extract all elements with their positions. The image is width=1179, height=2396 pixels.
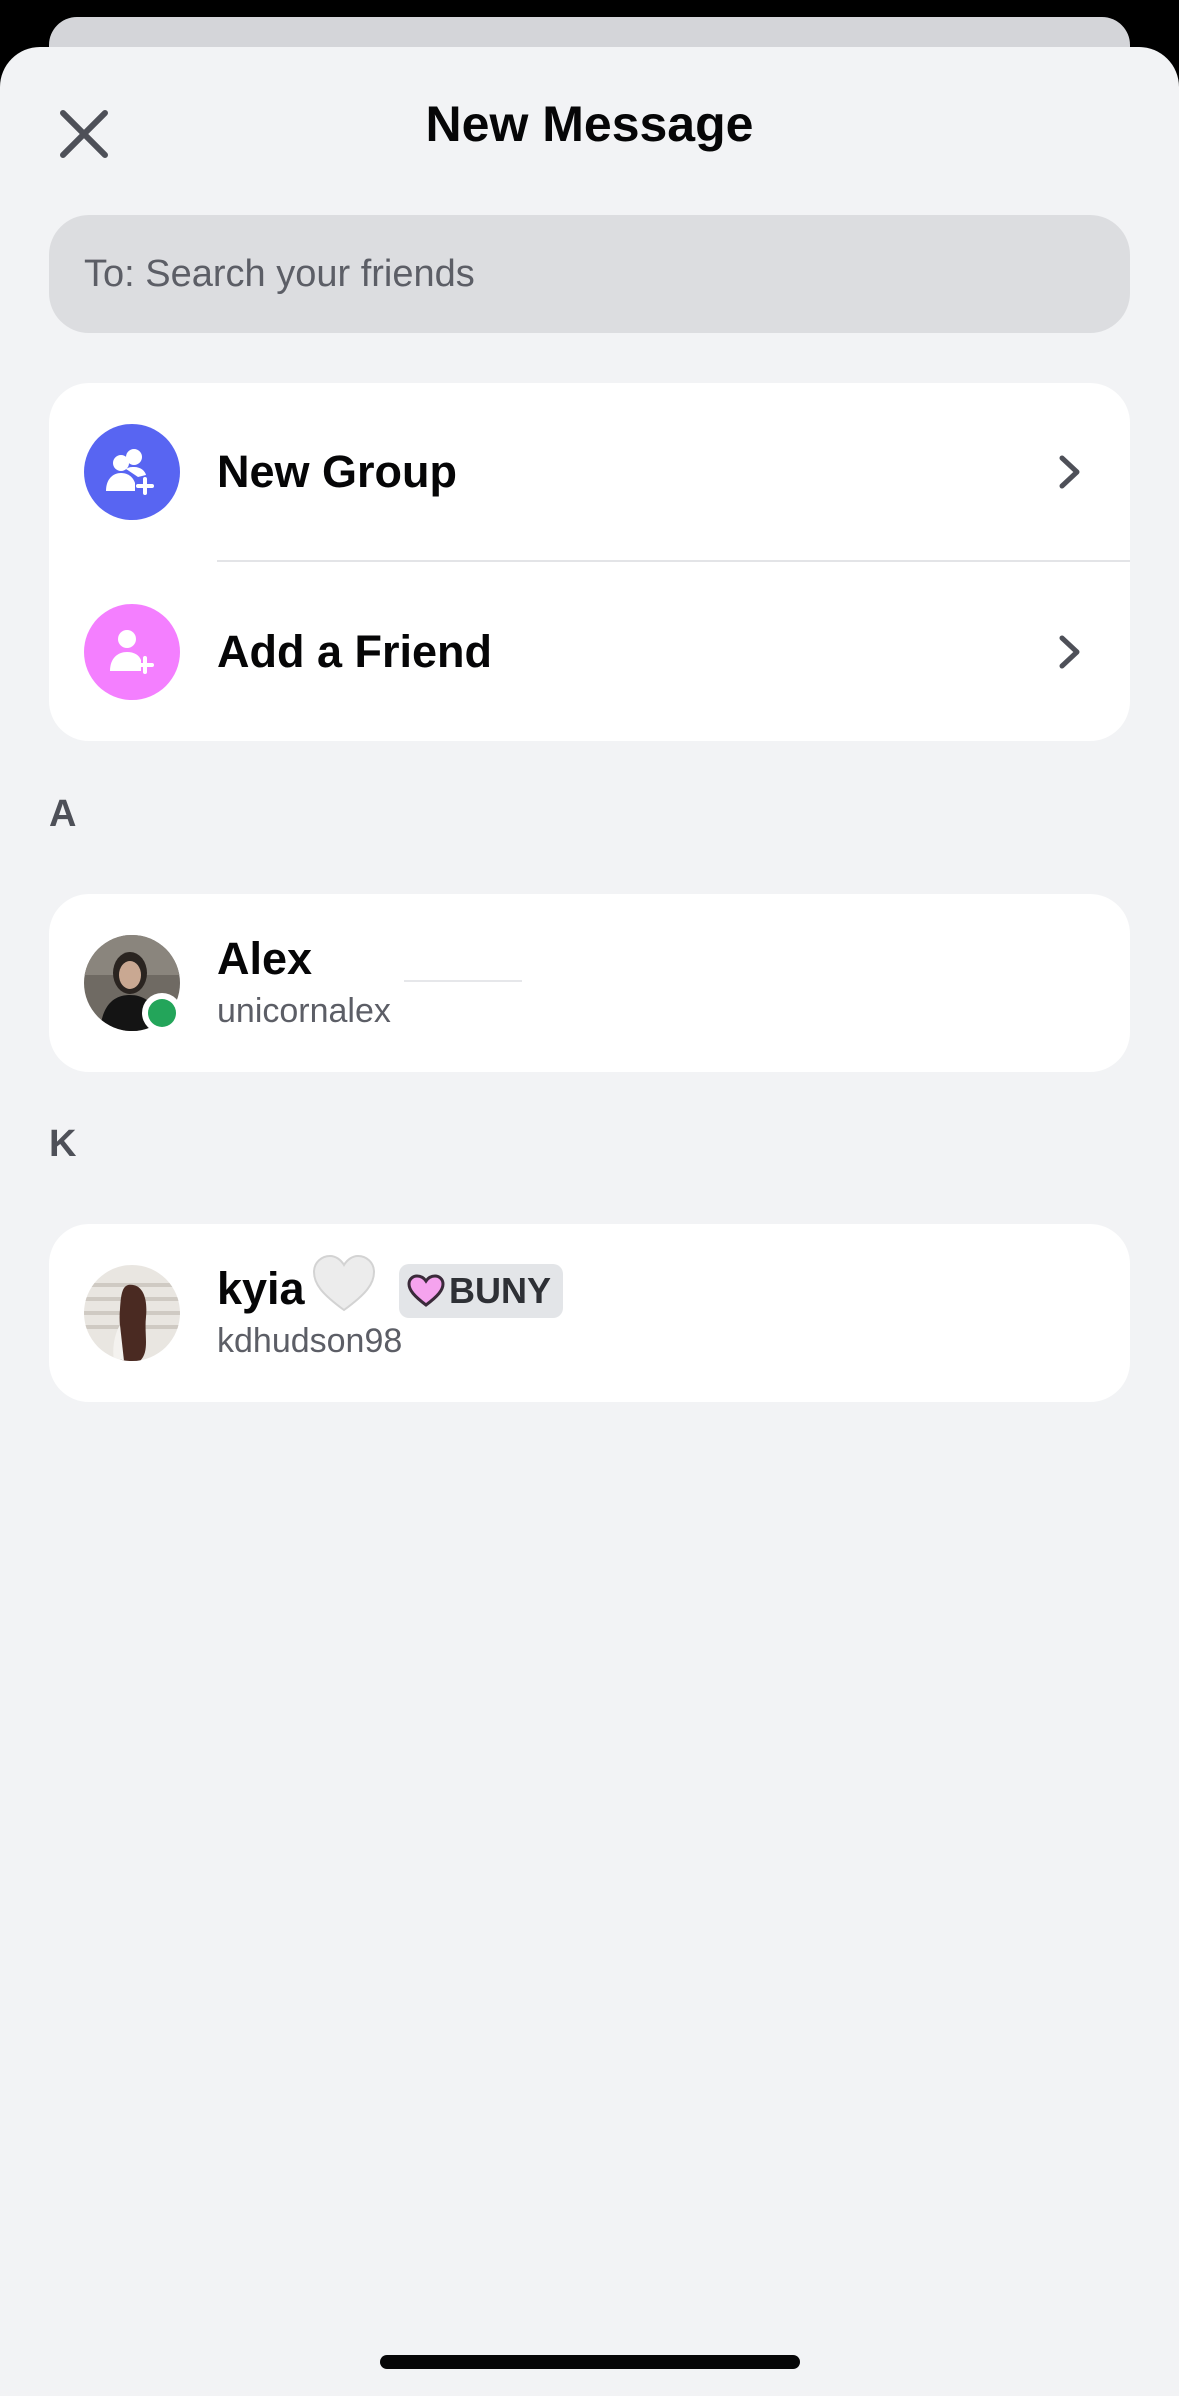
new-message-sheet: New Message To: Search your friends New … — [0, 47, 1179, 2396]
new-group-row[interactable]: New Group — [49, 383, 1130, 561]
page-title: New Message — [425, 96, 754, 152]
home-indicator — [380, 2355, 800, 2369]
pink-heart-icon — [407, 1274, 445, 1307]
search-input[interactable]: To: Search your friends — [49, 215, 1130, 333]
divider — [404, 980, 522, 982]
friend-display-name: kyia — [217, 1263, 305, 1314]
divider — [217, 560, 1130, 562]
chevron-right-icon — [1040, 442, 1100, 502]
avatar — [84, 1265, 180, 1361]
person-add-icon — [84, 604, 180, 700]
server-tag: BUNY — [399, 1264, 564, 1318]
server-tag-label: BUNY — [449, 1270, 552, 1311]
friend-username: kdhudson98 — [217, 1322, 403, 1360]
new-group-label: New Group — [217, 446, 458, 497]
friend-row-alex[interactable]: Alex unicornalex — [49, 894, 1130, 1072]
online-status-indicator — [142, 993, 182, 1033]
friend-display-name: Alex — [217, 933, 313, 984]
add-friend-label: Add a Friend — [217, 626, 493, 677]
group-add-icon — [84, 424, 180, 520]
add-friend-row[interactable]: Add a Friend — [49, 563, 1130, 741]
search-placeholder: To: Search your friends — [84, 252, 475, 295]
friend-username: unicornalex — [217, 992, 391, 1030]
section-header-a: A — [49, 793, 77, 835]
chevron-right-icon — [1040, 622, 1100, 682]
friend-row-kyia[interactable]: kyia BUNY kdhudson98 — [49, 1224, 1130, 1402]
white-heart-icon — [312, 1254, 376, 1314]
section-header-k: K — [49, 1123, 77, 1165]
actions-card: New Group Add a Friend — [49, 383, 1130, 741]
